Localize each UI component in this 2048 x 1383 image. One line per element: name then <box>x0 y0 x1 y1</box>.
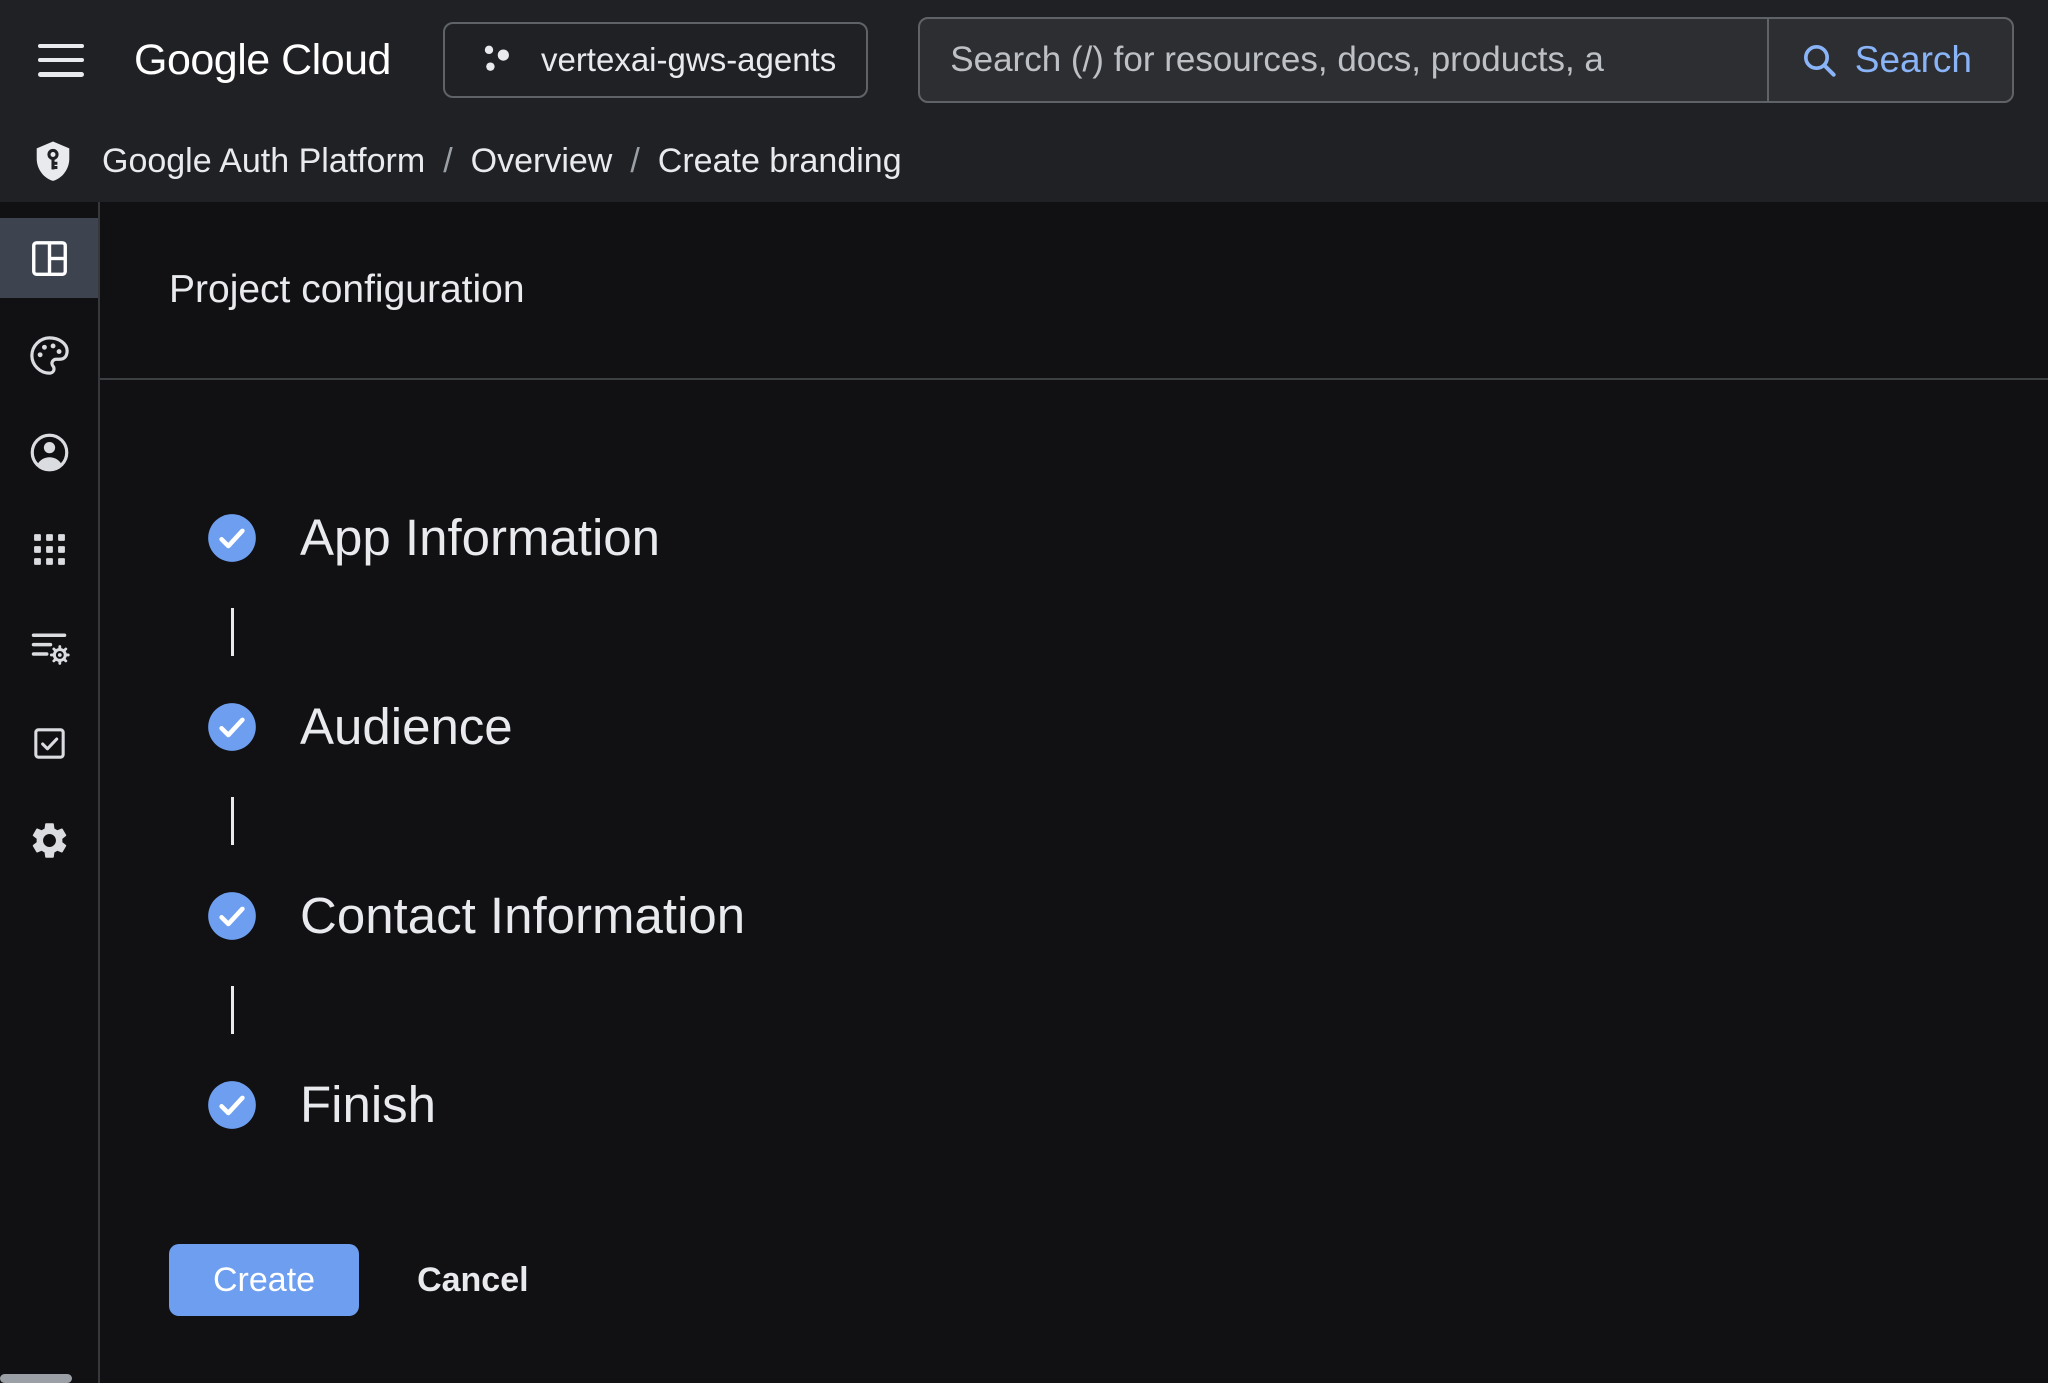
project-selector-button[interactable]: vertexai-gws-agents <box>443 22 868 98</box>
step-completed-check-icon <box>206 1079 258 1131</box>
step-connector <box>231 608 234 656</box>
step-label: App Information <box>300 508 660 567</box>
search-input[interactable] <box>920 19 1767 101</box>
sidebar-item-data-access[interactable] <box>0 606 98 686</box>
sidebar-item-clients[interactable] <box>0 509 98 589</box>
breadcrumb-item-auth-platform[interactable]: Google Auth Platform <box>102 142 425 181</box>
hamburger-menu-button[interactable] <box>38 44 84 77</box>
sidebar-item-settings[interactable] <box>0 800 98 880</box>
auth-platform-shield-key-icon <box>30 138 76 184</box>
step-label: Contact Information <box>300 886 745 945</box>
breadcrumb-separator: / <box>630 142 639 181</box>
checkbox-icon <box>29 723 70 764</box>
step-connector <box>231 986 234 1034</box>
title-divider <box>100 378 2048 380</box>
sidebar-item-overview[interactable] <box>0 218 98 298</box>
top-app-bar: Google Cloud vertexai-gws-agents Search <box>0 0 2048 120</box>
project-configuration-stepper: App Information Audience <box>206 508 2048 1134</box>
step-label: Audience <box>300 697 513 756</box>
search-button[interactable]: Search <box>1767 19 2012 101</box>
step-contact-information: Contact Information <box>206 886 2048 945</box>
search-button-label: Search <box>1855 39 1972 81</box>
page-title: Project configuration <box>169 228 2048 352</box>
main-content: Project configuration App Information <box>100 202 2048 1383</box>
step-connector <box>231 797 234 845</box>
palette-icon <box>27 333 72 378</box>
auth-platform-sidebar <box>0 202 100 1383</box>
step-completed-check-icon <box>206 701 258 753</box>
google-cloud-logo[interactable]: Google Cloud <box>134 36 391 85</box>
form-actions: Create Cancel <box>169 1244 2048 1316</box>
list-gear-icon <box>27 624 72 669</box>
breadcrumb-item-overview[interactable]: Overview <box>471 142 613 181</box>
sidebar-item-branding[interactable] <box>0 315 98 395</box>
person-icon <box>27 430 72 475</box>
gear-icon <box>28 819 71 862</box>
project-hexagons-icon <box>475 39 517 81</box>
apps-grid-icon <box>28 528 71 571</box>
breadcrumb-item-create-branding: Create branding <box>658 142 902 181</box>
cancel-button[interactable]: Cancel <box>417 1261 529 1300</box>
step-app-information: App Information <box>206 508 2048 567</box>
scrollbar-thumb[interactable] <box>0 1374 72 1383</box>
search-bar: Search <box>918 17 2014 103</box>
step-completed-check-icon <box>206 890 258 942</box>
step-audience: Audience <box>206 697 2048 756</box>
breadcrumb-separator: / <box>443 142 452 181</box>
step-completed-check-icon <box>206 512 258 564</box>
create-button[interactable]: Create <box>169 1244 359 1316</box>
dashboard-icon <box>27 236 72 281</box>
breadcrumb: Google Auth Platform / Overview / Create… <box>0 120 2048 202</box>
search-icon <box>1799 40 1839 80</box>
sidebar-item-verification-center[interactable] <box>0 703 98 783</box>
sidebar-item-audience[interactable] <box>0 412 98 492</box>
hamburger-icon <box>38 44 84 49</box>
step-finish: Finish <box>206 1075 2048 1134</box>
page-body: Project configuration App Information <box>0 202 2048 1383</box>
project-selector-label: vertexai-gws-agents <box>541 41 836 79</box>
step-label: Finish <box>300 1075 436 1134</box>
